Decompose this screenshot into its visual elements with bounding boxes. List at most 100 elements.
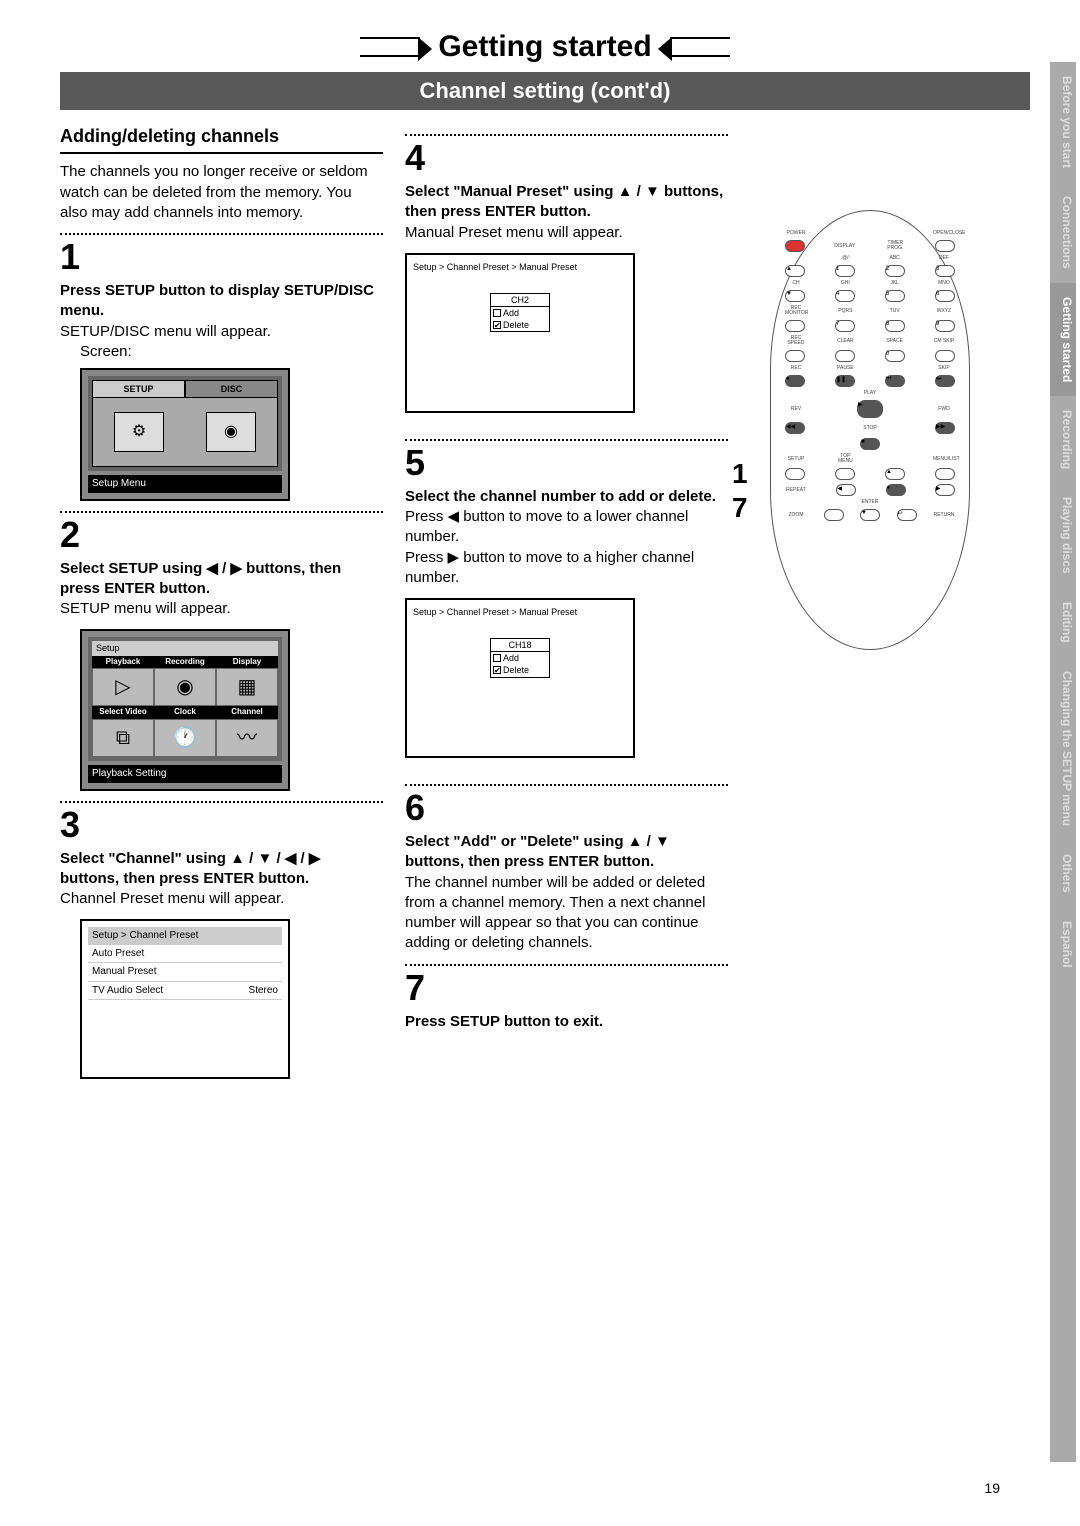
manual-preset-screen: Setup > Channel Preset > Manual Preset C… [405, 253, 635, 413]
left-arrow[interactable]: ◀ [836, 484, 856, 496]
step-divider [60, 233, 383, 235]
right-arrow[interactable]: ▶ [935, 484, 955, 496]
num-8[interactable]: 8 [885, 320, 905, 332]
sidebar-tab: Changing the SETUP menu [1050, 657, 1076, 840]
ch-up[interactable]: ▲ [785, 265, 805, 277]
num-0[interactable]: 0 [885, 350, 905, 362]
delete-option: ✔Delete [491, 319, 549, 331]
screen-label: Screen: [80, 342, 383, 362]
grid-header: Clock [154, 706, 216, 719]
step-divider [60, 801, 383, 803]
rec-monitor[interactable] [785, 320, 805, 332]
screen-caption: Playback Setting [88, 765, 282, 783]
fwd-button[interactable]: ▶▶ [935, 422, 955, 434]
step-instruction: Press SETUP button to display SETUP/DISC… [60, 281, 383, 322]
grid-header: Recording [154, 656, 216, 669]
step-instruction: Press SETUP button to exit. [405, 1012, 728, 1032]
step-divider [405, 439, 728, 441]
screen-caption: Setup Menu [88, 475, 282, 493]
step-divider [405, 784, 728, 786]
title-ornament-right [670, 37, 730, 57]
playback-icon: ▷ [92, 668, 154, 706]
page-number: 19 [984, 1480, 1000, 1496]
sidebar-tab-active: Getting started [1050, 283, 1076, 396]
channel-icon: 〰 [216, 719, 278, 757]
menu-list[interactable] [935, 468, 955, 480]
return-button[interactable]: ↩ [897, 509, 917, 521]
skip-prev[interactable]: ⏮ [885, 375, 905, 387]
pause-button[interactable]: ❚❚ [835, 375, 855, 387]
step-text: The channel number will be added or dele… [405, 873, 728, 954]
cm-skip[interactable] [935, 350, 955, 362]
up-arrow[interactable]: ▲ [885, 468, 905, 480]
page-title: Getting started [438, 30, 651, 64]
sidebar-tab: Before you start [1050, 62, 1076, 182]
ch-down[interactable]: ▼ [785, 290, 805, 302]
setup-label: Setup [92, 641, 278, 655]
sidebar-tab: Recording [1050, 396, 1076, 483]
sidebar-tab: Español [1050, 907, 1076, 982]
setup-icon: ⚙ [114, 412, 164, 452]
enter-button[interactable]: ● [886, 484, 906, 496]
rec-speed[interactable] [785, 350, 805, 362]
step-instruction: Select "Add" or "Delete" using ▲ / ▼ but… [405, 832, 728, 873]
video-icon: ⧉ [92, 719, 154, 757]
rec-button[interactable]: ● [785, 375, 805, 387]
rev-button[interactable]: ◀◀ [785, 422, 805, 434]
step-instruction: Select "Channel" using ▲ / ▼ / ◀ / ▶ but… [60, 849, 383, 890]
down-arrow[interactable]: ▼ [860, 509, 880, 521]
step-divider [60, 511, 383, 513]
step-instruction: Select SETUP using ◀ / ▶ buttons, then p… [60, 559, 383, 600]
channel-preset-menu: Setup > Channel Preset Auto Preset Manua… [80, 919, 290, 1079]
menu-breadcrumb: Setup > Channel Preset [88, 927, 282, 945]
menu-row: Manual Preset [88, 963, 282, 982]
step-divider [405, 134, 728, 136]
callout-7: 7 [732, 492, 748, 524]
clear[interactable] [835, 350, 855, 362]
setup-button[interactable] [785, 468, 805, 480]
num-6[interactable]: 6 [935, 290, 955, 302]
recording-icon: ◉ [154, 668, 216, 706]
num-1[interactable]: 1 [835, 265, 855, 277]
section-heading: Adding/deleting channels [60, 124, 383, 154]
num-4[interactable]: 4 [835, 290, 855, 302]
step-text: Press ▶ button to move to a higher chann… [405, 548, 728, 589]
setup-disc-screen: SETUP DISC ⚙ ◉ Setup Menu [80, 368, 290, 501]
grid-header: Select Video [92, 706, 154, 719]
display-icon: ▦ [216, 668, 278, 706]
play-button[interactable]: ▶ [857, 400, 883, 418]
sidebar-tab: Editing [1050, 588, 1076, 657]
grid-header: Display [216, 656, 278, 669]
preset-breadcrumb: Setup > Channel Preset > Manual Preset [413, 261, 627, 273]
page-title-bar: Getting started [60, 30, 1030, 64]
num-2[interactable]: 2 [885, 265, 905, 277]
sidebar-tab: Playing discs [1050, 483, 1076, 588]
zoom-button[interactable] [824, 509, 844, 521]
manual-preset-screen: Setup > Channel Preset > Manual Preset C… [405, 598, 635, 758]
num-3[interactable]: 3 [935, 265, 955, 277]
step-text: Channel Preset menu will appear. [60, 889, 383, 909]
grid-header: Playback [92, 656, 154, 669]
clock-icon: 🕐 [154, 719, 216, 757]
channel-number: CH2 [491, 294, 549, 307]
step-number: 5 [405, 445, 728, 481]
step-text: Press ◀ button to move to a lower channe… [405, 507, 728, 548]
eject-button[interactable] [935, 240, 955, 252]
num-7[interactable]: 7 [835, 320, 855, 332]
num-9[interactable]: 9 [935, 320, 955, 332]
grid-header: Channel [216, 706, 278, 719]
power-button[interactable] [785, 240, 805, 252]
callout-1: 1 [732, 458, 748, 490]
step-text: SETUP/DISC menu will appear. [60, 322, 383, 342]
skip-next[interactable]: ⏭ [935, 375, 955, 387]
num-5[interactable]: 5 [885, 290, 905, 302]
sidebar-tab: Connections [1050, 182, 1076, 283]
add-option: Add [491, 307, 549, 319]
top-menu[interactable] [835, 468, 855, 480]
step-text: SETUP menu will appear. [60, 599, 383, 619]
stop-button[interactable]: ■ [860, 438, 880, 450]
add-option: Add [491, 652, 549, 664]
sidebar-tab: Others [1050, 840, 1076, 907]
preset-breadcrumb: Setup > Channel Preset > Manual Preset [413, 606, 627, 618]
title-ornament-left [360, 37, 420, 57]
